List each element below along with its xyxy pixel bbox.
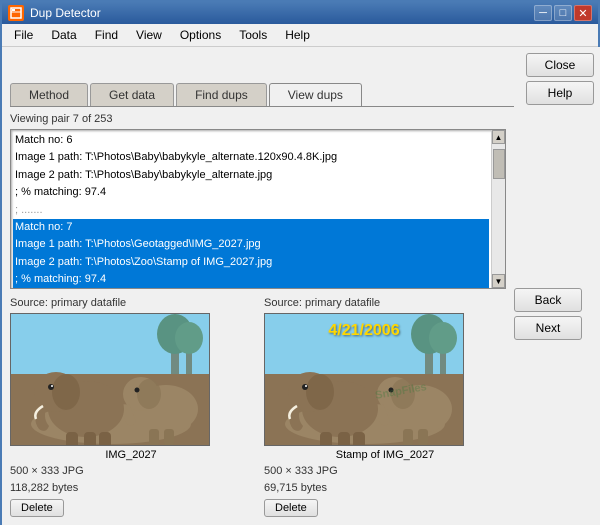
scroll-track[interactable] <box>492 144 505 274</box>
left-image <box>11 314 210 446</box>
right-delete-button[interactable]: Delete <box>264 499 318 517</box>
minimize-button[interactable]: ─ <box>534 5 552 21</box>
back-button[interactable]: Back <box>514 288 582 312</box>
right-source-label: Source: primary datafile <box>264 297 506 309</box>
left-image-frame <box>10 313 210 446</box>
help-button[interactable]: Help <box>526 81 594 105</box>
list-item[interactable]: ; ....... <box>13 202 489 219</box>
maximize-button[interactable]: □ <box>554 5 572 21</box>
nav-panel: Back Next <box>514 113 594 517</box>
close-button[interactable]: Close <box>526 53 594 77</box>
left-source-label: Source: primary datafile <box>10 297 252 309</box>
menu-bar: File Data Find View Options Tools Help <box>2 24 598 47</box>
tab-get-data[interactable]: Get data <box>90 83 174 106</box>
next-button[interactable]: Next <box>514 316 582 340</box>
menu-options[interactable]: Options <box>172 26 229 44</box>
right-image-actions: Delete <box>264 499 506 517</box>
left-image-actions: Delete <box>10 499 252 517</box>
list-item[interactable]: Image 2 path: T:\Photos\Zoo\Stamp of IMG… <box>13 254 489 271</box>
list-item[interactable]: ; % matching: 97.4 <box>13 271 489 288</box>
menu-data[interactable]: Data <box>43 26 84 44</box>
scroll-thumb[interactable] <box>493 149 505 179</box>
tab-method[interactable]: Method <box>10 83 88 106</box>
right-image-frame: SnapFiles 4/21/2006 <box>264 313 464 446</box>
left-image-name: IMG_2027 <box>10 449 252 461</box>
tab-view-dups[interactable]: View dups <box>269 83 362 106</box>
menu-find[interactable]: Find <box>87 26 126 44</box>
scroll-down-button[interactable]: ▼ <box>492 274 505 288</box>
app-title: Dup Detector <box>30 6 534 20</box>
match-list[interactable]: Match no: 6 Image 1 path: T:\Photos\Baby… <box>10 129 506 289</box>
app-icon <box>8 5 24 21</box>
list-item[interactable]: Image 1 path: T:\Photos\Baby\babykyle_al… <box>13 149 489 166</box>
title-bar: Dup Detector ─ □ ✕ <box>2 2 598 24</box>
left-image-panel: Source: primary datafile <box>10 297 252 517</box>
list-item-selected[interactable]: Match no: 7 <box>13 219 489 236</box>
menu-file[interactable]: File <box>6 26 41 44</box>
list-item[interactable]: Image 2 path: T:\Photos\Baby\babykyle_al… <box>13 167 489 184</box>
right-image-panel: Source: primary datafile <box>264 297 506 517</box>
right-image-name: Stamp of IMG_2027 <box>264 449 506 461</box>
menu-help[interactable]: Help <box>277 26 318 44</box>
viewing-label: Viewing pair 7 of 253 <box>10 113 506 125</box>
date-overlay: 4/21/2006 <box>328 322 399 340</box>
menu-tools[interactable]: Tools <box>231 26 275 44</box>
menu-view[interactable]: View <box>128 26 170 44</box>
tab-find-dups[interactable]: Find dups <box>176 83 267 106</box>
left-image-info: 500 × 333 JPG 118,282 bytes <box>10 463 252 496</box>
right-image-info: 500 × 333 JPG 69,715 bytes <box>264 463 506 496</box>
list-item[interactable]: ; % matching: 97.4 <box>13 184 489 201</box>
close-window-button[interactable]: ✕ <box>574 5 592 21</box>
list-item[interactable]: Image 1 path: T:\Photos\Geotagged\IMG_20… <box>13 236 489 253</box>
list-item[interactable]: Match no: 6 <box>13 132 489 149</box>
left-delete-button[interactable]: Delete <box>10 499 64 517</box>
scroll-up-button[interactable]: ▲ <box>492 130 505 144</box>
